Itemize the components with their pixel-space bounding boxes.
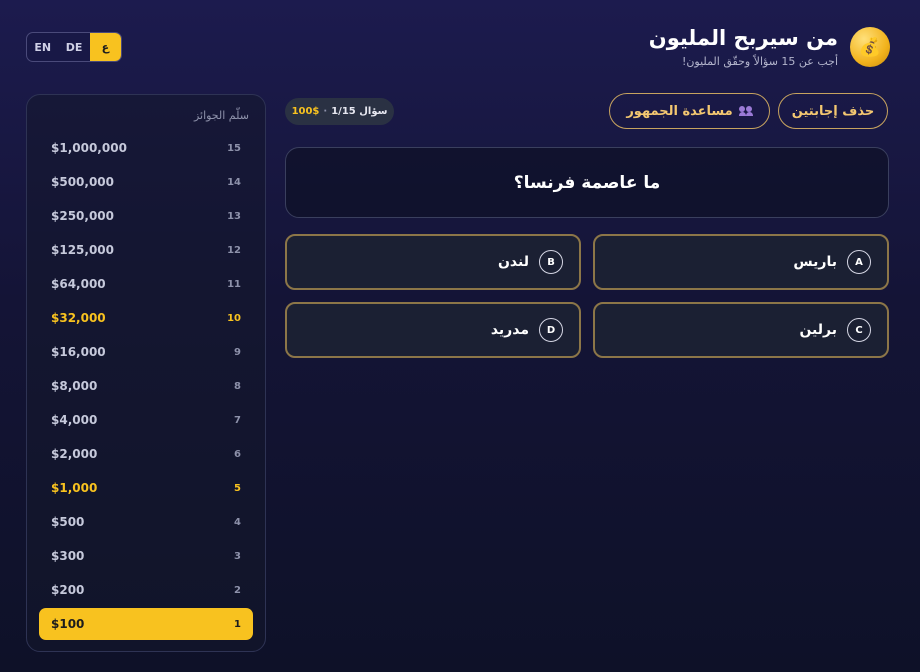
ladder-level-number: 7: [234, 414, 241, 426]
answer-option-d[interactable]: D مدريد: [285, 302, 581, 358]
fifty-fifty-label: حذف إجابتين: [791, 103, 875, 119]
ladder-row: $2,000 6: [39, 438, 253, 470]
answer-letter-c: C: [847, 318, 871, 342]
ladder-row: $100 1: [39, 608, 253, 640]
status-separator: ·: [323, 106, 328, 117]
ladder-amount: $200: [51, 583, 85, 597]
question-status-badge: سؤال 1/15 · 100$: [285, 98, 394, 125]
ladder-level-number: 4: [234, 516, 241, 528]
ladder-level-number: 12: [227, 244, 241, 256]
answer-option-c[interactable]: C برلين: [593, 302, 889, 358]
ladder-amount: $32,000: [51, 311, 106, 325]
ladder-row: $32,000 10: [39, 302, 253, 334]
ask-audience-button[interactable]: مساعدة الجمهور: [609, 93, 770, 129]
ask-audience-label: مساعدة الجمهور: [626, 103, 733, 119]
prize-ladder: سلّم الجوائز $1,000,000 15 $500,000 14 $250,…: [26, 94, 266, 652]
ladder-amount: $500,000: [51, 175, 115, 189]
ladder-amount: $250,000: [51, 209, 115, 223]
answer-text-a: باريس: [793, 254, 837, 270]
ladder-row: $4,000 7: [39, 404, 253, 436]
ladder-amount: $16,000: [51, 345, 106, 359]
answer-letter-a: A: [847, 250, 871, 274]
question-text: ما عاصمة فرنسا؟: [513, 172, 661, 193]
ladder-level-number: 6: [234, 448, 241, 460]
fifty-fifty-button[interactable]: حذف إجابتين: [778, 93, 888, 129]
answer-option-b[interactable]: B لندن: [285, 234, 581, 290]
answer-option-a[interactable]: A باريس: [593, 234, 889, 290]
ladder-level-number: 5: [234, 482, 241, 494]
ladder-level-number: 13: [227, 210, 241, 222]
ladder-amount: $1,000,000: [51, 141, 127, 155]
question-box: ما عاصمة فرنسا؟: [285, 147, 889, 218]
ladder-row: $500 4: [39, 506, 253, 538]
ladder-row: $16,000 9: [39, 336, 253, 368]
ladder-amount: $64,000: [51, 277, 106, 291]
ladder-row: $500,000 14: [39, 166, 253, 198]
ladder-level-number: 1: [234, 618, 241, 630]
ladder-level-number: 15: [227, 142, 241, 154]
question-counter: سؤال 1/15: [331, 106, 388, 117]
ladder-row: $1,000,000 15: [39, 132, 253, 164]
money-bag-icon: 💰: [850, 27, 890, 67]
people-icon: [738, 106, 753, 116]
ladder-row: $1,000 5: [39, 472, 253, 504]
answer-letter-d: D: [539, 318, 563, 342]
ladder-level-number: 11: [227, 278, 241, 290]
ladder-amount: $500: [51, 515, 85, 529]
ladder-amount: $100: [51, 617, 85, 631]
ladder-level-number: 8: [234, 380, 241, 392]
ladder-row: $64,000 11: [39, 268, 253, 300]
ladder-amount: $8,000: [51, 379, 98, 393]
answer-text-d: مدريد: [490, 322, 529, 338]
ladder-row: $8,000 8: [39, 370, 253, 402]
app-title: من سيربح المليون: [648, 26, 838, 50]
ladder-title: سلّم الجوائز: [193, 109, 249, 122]
ladder-amount: $2,000: [51, 447, 98, 461]
ladder-level-number: 10: [227, 312, 241, 324]
ladder-level-number: 3: [234, 550, 241, 562]
ladder-row: $125,000 12: [39, 234, 253, 266]
ladder-level-number: 2: [234, 584, 241, 596]
ladder-row: $300 3: [39, 540, 253, 572]
lang-option-ar[interactable]: ع: [89, 33, 121, 61]
ladder-row: $200 2: [39, 574, 253, 606]
language-switcher: ع DE EN: [26, 32, 122, 62]
answer-letter-b: B: [539, 250, 563, 274]
app-subtitle: أجب عن 15 سؤالاً وحقّق المليون!: [681, 55, 838, 68]
ladder-amount: $4,000: [51, 413, 98, 427]
answer-text-c: برلين: [799, 322, 837, 338]
ladder-level-number: 9: [234, 346, 241, 358]
ladder-level-number: 14: [227, 176, 241, 188]
answer-text-b: لندن: [497, 254, 529, 270]
lang-option-de[interactable]: DE: [58, 33, 89, 61]
ladder-amount: $125,000: [51, 243, 115, 257]
ladder-amount: $300: [51, 549, 85, 563]
lang-option-en[interactable]: EN: [27, 33, 58, 61]
current-prize: 100$: [291, 106, 320, 117]
ladder-amount: $1,000: [51, 481, 98, 495]
ladder-row: $250,000 13: [39, 200, 253, 232]
